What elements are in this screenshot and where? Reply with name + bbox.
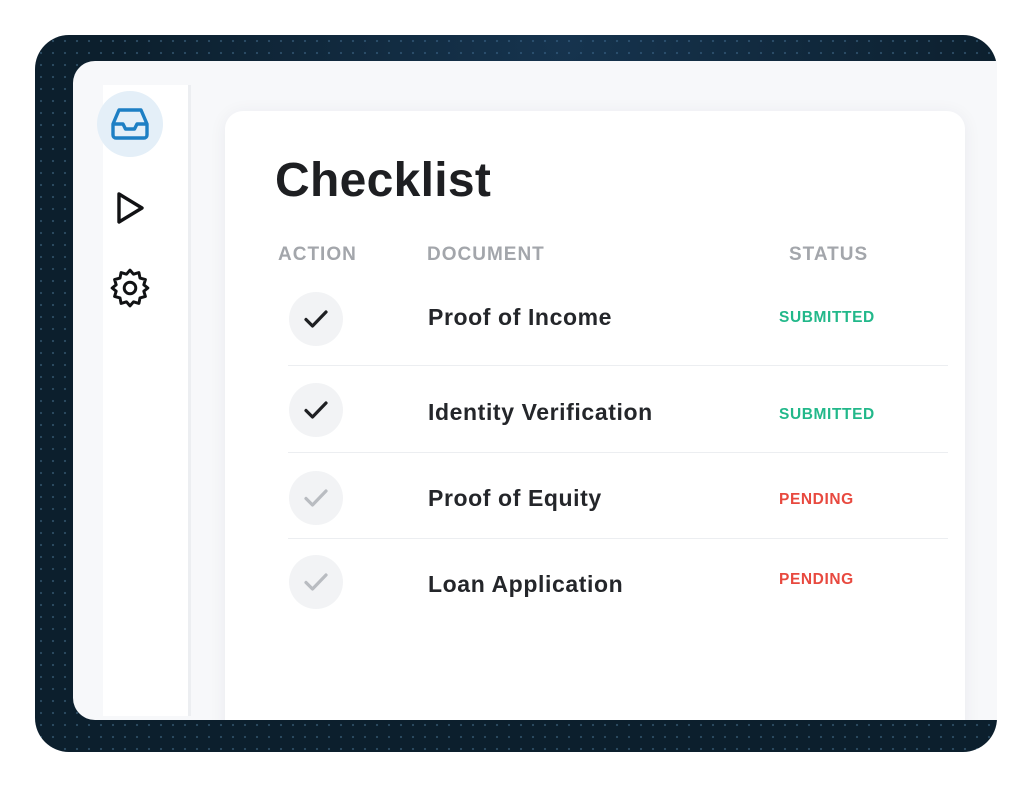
sidebar-item-play[interactable] <box>97 175 163 241</box>
check-toggle[interactable] <box>289 292 343 346</box>
status-badge: SUBMITTED <box>779 406 875 423</box>
checkmark-icon <box>304 489 328 507</box>
play-icon <box>117 192 144 224</box>
check-toggle[interactable] <box>289 383 343 437</box>
column-header-status: STATUS <box>789 244 869 265</box>
gear-icon <box>110 268 150 308</box>
document-name: Identity Verification <box>428 399 653 425</box>
table-row: Identity Verification SUBMITTED <box>288 367 948 453</box>
column-header-document: DOCUMENT <box>427 244 545 265</box>
status-badge: PENDING <box>779 491 854 508</box>
status-badge: PENDING <box>779 571 854 588</box>
document-name: Proof of Income <box>428 304 613 330</box>
checkmark-icon <box>304 401 328 419</box>
checkmark-icon <box>304 310 328 328</box>
sidebar-item-inbox[interactable] <box>97 91 163 157</box>
table-row: Proof of Equity PENDING <box>288 453 948 539</box>
checklist-card: Checklist ACTION DOCUMENT STATUS Proof o… <box>225 111 965 720</box>
checkmark-icon <box>304 573 328 591</box>
table-row: Loan Application PENDING <box>288 539 948 625</box>
document-name: Proof of Equity <box>428 485 602 511</box>
sidebar-item-settings[interactable] <box>97 255 163 321</box>
check-toggle[interactable] <box>289 555 343 609</box>
page-title: Checklist <box>275 154 492 207</box>
column-header-action: ACTION <box>278 244 357 265</box>
sidebar <box>97 85 191 716</box>
check-toggle[interactable] <box>289 471 343 525</box>
app-window: Checklist ACTION DOCUMENT STATUS Proof o… <box>73 61 997 720</box>
inbox-icon <box>111 108 149 140</box>
document-name: Loan Application <box>428 571 624 597</box>
table-row: Proof of Income SUBMITTED <box>288 286 948 366</box>
status-badge: SUBMITTED <box>779 309 875 326</box>
